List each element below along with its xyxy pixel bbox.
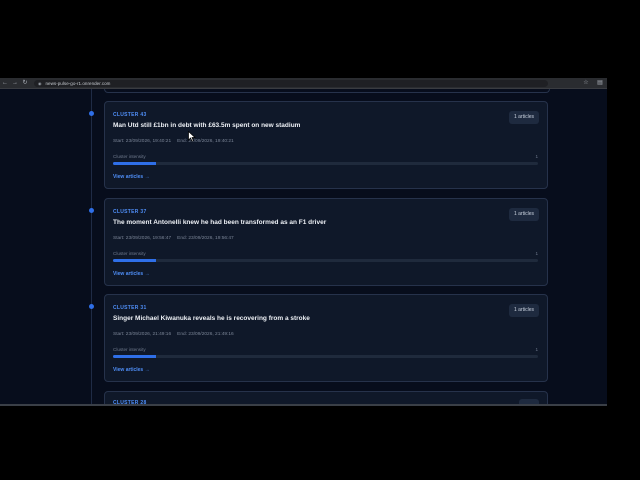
reload-icon[interactable]: ↻ — [20, 78, 30, 88]
browser-toolbar: ← → ↻ ◉ news-pulse-go-r1.onrender.com ☆ … — [0, 78, 607, 89]
intensity-label: Cluster intensity — [113, 251, 146, 256]
view-articles-link[interactable]: View articles → — [113, 271, 150, 277]
intensity-value: 1 — [535, 251, 538, 256]
address-bar[interactable]: ◉ news-pulse-go-r1.onrender.com — [34, 79, 548, 87]
article-count-badge: 1 articles — [508, 111, 539, 124]
cluster-start: Start: 23/09/2026, 19:40:21 — [113, 139, 172, 144]
view-articles-link[interactable]: View articles → — [113, 367, 150, 373]
intensity-fill — [113, 259, 156, 262]
article-count-badge: 1 articles — [508, 208, 539, 221]
cluster-title: Singer Michael Kiwanuka reveals he is re… — [113, 315, 310, 322]
cluster-id: CLUSTER 43 — [113, 112, 147, 118]
timeline-dot — [89, 111, 94, 116]
intensity-fill — [113, 162, 156, 165]
timeline-dot — [89, 208, 94, 213]
timeline-dot — [89, 304, 94, 309]
intensity-bar — [113, 259, 538, 262]
cluster-end: End: 23/09/2026, 19:56:47 — [177, 236, 234, 241]
cluster-title: The moment Antonelli knew he had been tr… — [113, 219, 327, 226]
cluster-end: End: 23/09/2026, 19:40:21 — [177, 139, 234, 144]
site-info-icon[interactable]: ◉ — [38, 81, 42, 86]
previous-card-edge — [104, 89, 550, 93]
intensity-value: 1 — [535, 154, 538, 159]
cluster-title: Man Utd still £1bn in debt with £63.5m s… — [113, 122, 301, 129]
cluster-times: Start: 23/09/2026, 21:49:16 End: 23/09/20… — [113, 332, 234, 337]
cluster-start: Start: 23/09/2026, 21:49:16 — [113, 332, 172, 337]
url-text: news-pulse-go-r1.onrender.com — [45, 80, 111, 86]
timeline-line — [91, 89, 92, 406]
cluster-card: CLUSTER 37 The moment Antonelli knew he … — [104, 198, 548, 286]
cluster-start: Start: 23/09/2026, 19:56:47 — [113, 236, 172, 241]
intensity-bar — [113, 355, 538, 358]
article-count-badge: 1 articles — [508, 304, 539, 317]
cluster-timeline-page: CLUSTER 43 Man Utd still £1bn in debt wi… — [0, 89, 607, 406]
intensity-label: Cluster intensity — [113, 347, 146, 352]
cluster-id: CLUSTER 37 — [113, 209, 147, 215]
horizontal-scrollbar[interactable] — [0, 404, 607, 406]
intensity-fill — [113, 355, 156, 358]
view-articles-link[interactable]: View articles → — [113, 174, 150, 180]
menu-icon[interactable]: ▤ — [593, 78, 607, 88]
cluster-times: Start: 23/09/2026, 19:56:47 End: 23/09/20… — [113, 236, 234, 241]
cluster-id: CLUSTER 31 — [113, 305, 147, 311]
intensity-value: 1 — [535, 347, 538, 352]
cluster-end: End: 23/09/2026, 21:49:16 — [177, 332, 234, 337]
cluster-card: CLUSTER 31 Singer Michael Kiwanuka revea… — [104, 294, 548, 382]
intensity-bar — [113, 162, 538, 165]
cluster-card: CLUSTER 43 Man Utd still £1bn in debt wi… — [104, 101, 548, 189]
intensity-label: Cluster intensity — [113, 154, 146, 159]
back-arrow-icon[interactable]: ← — [0, 78, 10, 88]
star-icon[interactable]: ☆ — [579, 78, 593, 88]
cluster-times: Start: 23/09/2026, 19:40:21 End: 23/09/20… — [113, 139, 234, 144]
forward-arrow-icon[interactable]: → — [10, 78, 20, 88]
mouse-cursor-icon — [188, 131, 196, 142]
browser-window: ← → ↻ ◉ news-pulse-go-r1.onrender.com ☆ … — [0, 78, 607, 406]
